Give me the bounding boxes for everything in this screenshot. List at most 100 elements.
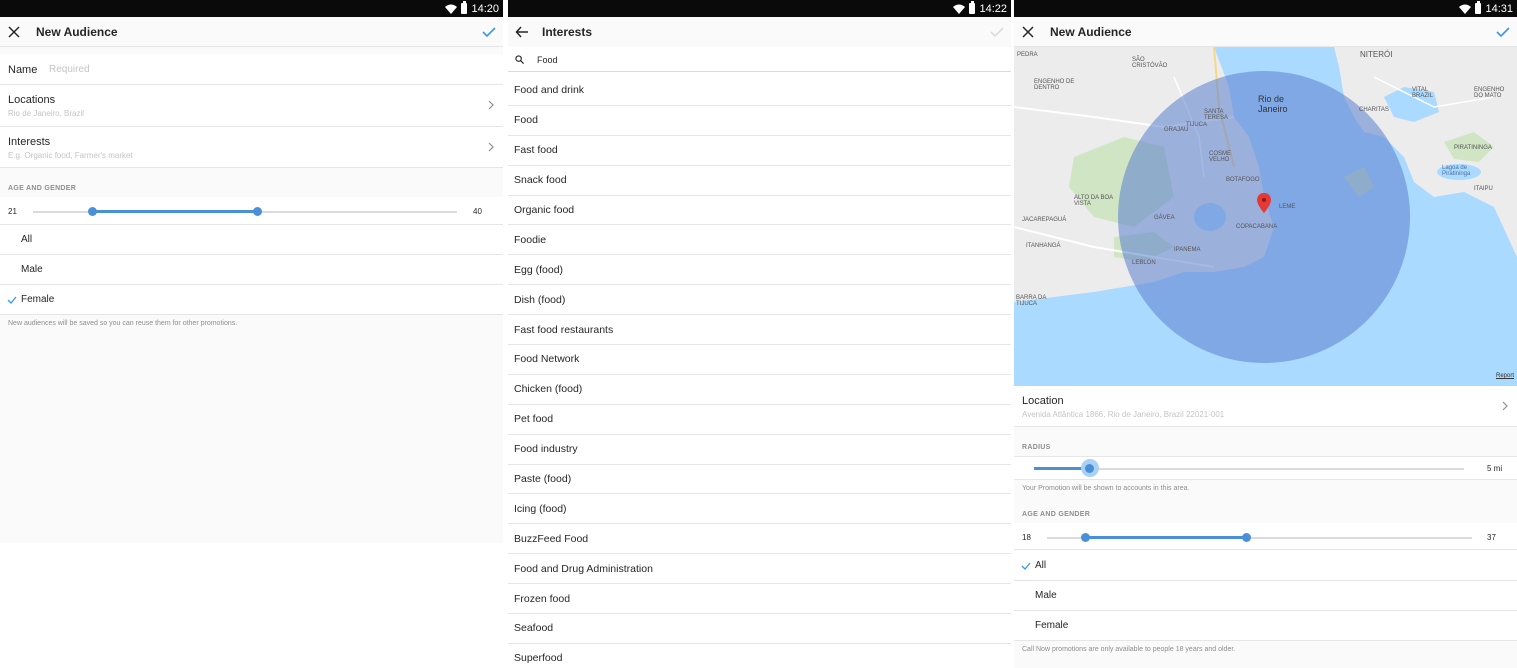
action-bar: Interests xyxy=(508,17,1011,47)
gender-option-label: Female xyxy=(21,294,55,305)
location-map[interactable]: PEDRA NITERÓI ENGENHO DE DENTRO SÃO CRIS… xyxy=(1014,47,1517,386)
list-item[interactable]: BuzzFeed Food xyxy=(508,524,1011,555)
location-row[interactable]: Location Avenida Atlântica 1866, Rio de … xyxy=(1014,386,1517,427)
gender-option-male[interactable]: Male xyxy=(1014,581,1517,611)
list-item[interactable]: Food xyxy=(508,106,1011,136)
radius-handle[interactable] xyxy=(1085,463,1095,473)
list-item[interactable]: Seafood xyxy=(508,614,1011,644)
list-item[interactable]: Paste (food) xyxy=(508,465,1011,495)
check-icon xyxy=(7,296,17,304)
map-label: ENGENHO DO MATO xyxy=(1474,87,1505,99)
gender-option-label: All xyxy=(1035,560,1047,571)
wifi-icon xyxy=(1459,4,1472,14)
battery-icon xyxy=(1475,1,1482,14)
age-slider-row: 18 37 xyxy=(1014,523,1517,550)
age-max-handle[interactable] xyxy=(1242,533,1252,542)
battery-icon xyxy=(461,1,468,14)
age-slider-fill xyxy=(1085,536,1247,539)
list-item[interactable]: Chicken (food) xyxy=(508,375,1011,405)
map-label: BOTAFOGO xyxy=(1226,177,1260,183)
list-item[interactable]: Superfood xyxy=(508,644,1011,668)
name-field-row[interactable]: Name Required xyxy=(0,54,503,85)
age-min-value: 21 xyxy=(8,207,17,216)
list-item[interactable]: Food Network xyxy=(508,345,1011,375)
action-bar: New Audience xyxy=(1014,17,1517,47)
gender-option-label: Male xyxy=(1035,590,1057,601)
locations-row[interactable]: Locations Rio de Janeiro, Brazil xyxy=(0,85,503,127)
list-item[interactable]: Food and drink xyxy=(508,76,1011,106)
interests-row[interactable]: Interests E.g. Organic food, Farmer's ma… xyxy=(0,127,503,168)
map-label: NITERÓI xyxy=(1360,50,1393,59)
location-value: Avenida Atlântica 1866, Rio de Janeiro, … xyxy=(1022,410,1225,419)
interests-label: Interests xyxy=(8,136,51,148)
list-item[interactable]: Dish (food) xyxy=(508,285,1011,316)
age-gender-heading: AGE AND GENDER xyxy=(1022,511,1091,518)
age-slider-row: 21 40 xyxy=(0,197,503,225)
interests-placeholder: E.g. Organic food, Farmer's market xyxy=(8,151,133,160)
map-label: JACAREPAGUÁ xyxy=(1022,217,1067,223)
gender-option-all[interactable]: All xyxy=(0,225,503,255)
check-icon[interactable] xyxy=(989,24,1005,40)
map-label: SÃO CRISTÓVÃO xyxy=(1132,57,1168,69)
map-label: TIJUCA xyxy=(1186,122,1207,128)
status-time: 14:20 xyxy=(471,2,499,15)
list-item[interactable]: Icing (food) xyxy=(508,494,1011,525)
check-icon[interactable] xyxy=(481,24,497,40)
map-label: COPACABANA xyxy=(1236,224,1278,230)
map-label: PIRATININGA xyxy=(1454,145,1492,151)
name-label: Name xyxy=(8,64,38,76)
map-label: PEDRA xyxy=(1017,52,1038,58)
search-bar xyxy=(508,47,1011,72)
location-label: Location xyxy=(1022,395,1064,407)
age-min-handle[interactable] xyxy=(1080,533,1090,542)
wifi-icon xyxy=(953,4,966,14)
map-label: ITANHANGÁ xyxy=(1026,243,1061,249)
list-item[interactable]: Snack food xyxy=(508,166,1011,196)
map-label: Lagoa de Piratininga xyxy=(1442,165,1471,177)
chevron-right-icon xyxy=(488,142,494,152)
map-label: CHARITAS xyxy=(1359,107,1389,113)
search-input[interactable] xyxy=(537,55,977,65)
action-bar: New Audience xyxy=(0,17,503,47)
chevron-right-icon xyxy=(488,100,494,110)
age-max-value: 40 xyxy=(473,207,482,216)
list-item[interactable]: Organic food xyxy=(508,196,1011,226)
list-item[interactable]: Food industry xyxy=(508,435,1011,465)
gender-option-label: All xyxy=(21,234,33,245)
page-title: New Audience xyxy=(36,25,118,39)
gender-option-male[interactable]: Male xyxy=(0,255,503,285)
close-icon[interactable] xyxy=(6,24,22,40)
map-label: ENGENHO DE DENTRO xyxy=(1034,79,1075,91)
age-min-handle[interactable] xyxy=(87,207,97,216)
back-arrow-icon[interactable] xyxy=(514,24,530,40)
map-label: GÁVEA xyxy=(1154,215,1175,221)
page-title: Interests xyxy=(542,25,593,39)
close-icon[interactable] xyxy=(1020,24,1036,40)
check-icon[interactable] xyxy=(1495,24,1511,40)
age-max-handle[interactable] xyxy=(253,207,263,216)
list-item[interactable]: Frozen food xyxy=(508,584,1011,615)
gender-option-all[interactable]: All xyxy=(1014,551,1517,581)
map-label: SANTA TERESA xyxy=(1204,109,1229,121)
list-item[interactable]: Egg (food) xyxy=(508,255,1011,286)
map-label: LEBLON xyxy=(1132,260,1156,266)
gender-option-female[interactable]: Female xyxy=(0,285,503,315)
map-label: GRAJAU xyxy=(1164,127,1189,133)
list-item[interactable]: Fast food xyxy=(508,136,1011,166)
list-item[interactable]: Pet food xyxy=(508,405,1011,435)
locations-label: Locations xyxy=(8,94,56,106)
list-item[interactable]: Foodie xyxy=(508,225,1011,256)
map-label: VITAL BRAZIL xyxy=(1412,87,1434,99)
age-max-value: 37 xyxy=(1487,533,1496,542)
radius-note: Your Promotion will be shown to accounts… xyxy=(1022,485,1190,492)
name-input[interactable]: Required xyxy=(49,64,90,75)
map-label: ALTO DA BOA VISTA xyxy=(1074,195,1113,207)
gender-option-female[interactable]: Female xyxy=(1014,611,1517,641)
map-report-link[interactable]: Report xyxy=(1496,373,1514,379)
check-icon xyxy=(1021,562,1031,570)
list-item[interactable]: Food and Drug Administration xyxy=(508,554,1011,585)
map-label: LEME xyxy=(1279,204,1296,210)
gender-option-label: Female xyxy=(1035,620,1069,631)
list-item[interactable]: Fast food restaurants xyxy=(508,315,1011,346)
status-bar: 14:20 xyxy=(0,0,503,17)
